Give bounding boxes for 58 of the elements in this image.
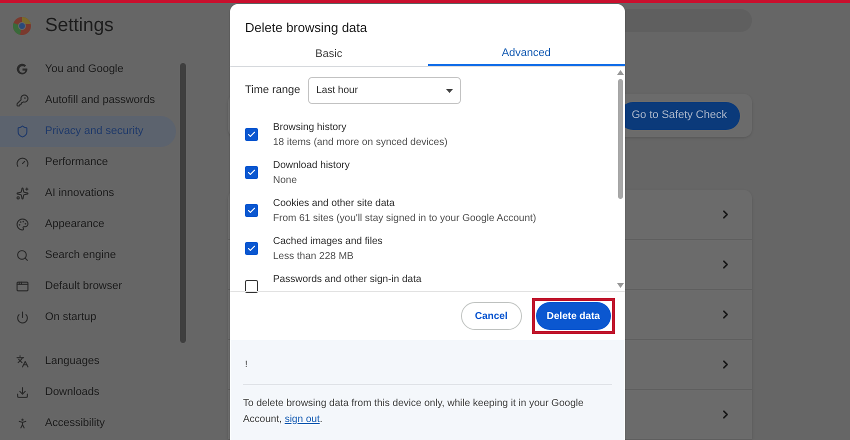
option-title: Download history <box>273 159 350 173</box>
sidebar-item[interactable]: Autofill and passwords <box>0 85 176 116</box>
option-title: Cached images and files <box>273 235 383 249</box>
time-range-select[interactable]: Last hour <box>308 77 462 104</box>
sidebar-item[interactable]: On startup <box>0 302 176 333</box>
checkbox[interactable] <box>245 280 258 293</box>
check-icon <box>247 244 256 253</box>
translate-icon <box>16 355 29 368</box>
palette-icon <box>16 218 29 231</box>
sidebar-item[interactable]: You and Google <box>0 54 176 85</box>
scroll-down-icon[interactable] <box>616 283 624 288</box>
sidebar-item[interactable]: Search engine <box>0 240 176 271</box>
sidebar-item[interactable]: Languages <box>0 346 176 377</box>
scrollbar-thumb[interactable] <box>618 79 622 199</box>
checkbox[interactable] <box>245 166 258 179</box>
footer-text: To delete browsing data from this device only, while keeping it in your Google Account, sign out. <box>243 396 585 426</box>
check-icon <box>247 206 256 215</box>
check-icon <box>247 168 256 177</box>
download-icon <box>16 386 29 399</box>
sidebar-item[interactable]: Appearance <box>0 209 176 240</box>
dialog-title: Delete browsing data <box>244 19 368 37</box>
time-range-label: Time range <box>245 83 300 98</box>
checkbox[interactable] <box>245 204 258 217</box>
option-detail: None <box>273 174 298 188</box>
key-icon <box>16 94 29 107</box>
window-icon <box>16 280 29 293</box>
sparkle-icon <box>16 187 29 200</box>
search-icon <box>16 249 29 262</box>
power-icon <box>16 311 29 324</box>
dialog-tab[interactable]: Basic <box>230 42 428 66</box>
sidebar-item[interactable]: AI innovations <box>0 178 176 209</box>
option-title: Cookies and other site data <box>273 197 396 211</box>
delete-data-button[interactable]: Delete data <box>536 302 611 330</box>
sidebar-item[interactable]: Accessibility <box>0 408 176 439</box>
app-title: Settings <box>45 14 114 38</box>
scroll-up-icon[interactable] <box>616 70 624 75</box>
sign-out-link[interactable]: sign out <box>284 414 320 424</box>
sidebar-item[interactable]: Downloads <box>0 377 176 408</box>
option-title: Passwords and other sign-in data <box>273 273 422 287</box>
shield-icon <box>16 125 29 138</box>
option-title: Browsing history <box>273 121 348 135</box>
dialog-tab[interactable]: Advanced <box>428 42 625 66</box>
g-logo-icon <box>16 63 29 76</box>
person-icon <box>16 417 29 430</box>
sidebar-item[interactable]: Default browser <box>0 271 176 302</box>
notice-mark: ! <box>244 358 248 371</box>
checkbox[interactable] <box>245 128 258 141</box>
scrollbar-thumb[interactable] <box>180 63 186 343</box>
option-detail: Less than 228 MB <box>273 250 355 264</box>
option-detail: 18 items (and more on synced devices) <box>273 136 448 150</box>
checkbox[interactable] <box>245 242 258 255</box>
cancel-button[interactable]: Cancel <box>460 302 522 330</box>
sidebar-item[interactable]: Privacy and security <box>0 116 176 147</box>
option-detail: From 61 sites (you'll stay signed in to your Google Account) <box>273 212 536 226</box>
browser-logo-icon <box>13 17 31 35</box>
gauge-icon <box>16 156 29 169</box>
check-icon <box>247 130 256 139</box>
sidebar-item[interactable]: Performance <box>0 147 176 178</box>
